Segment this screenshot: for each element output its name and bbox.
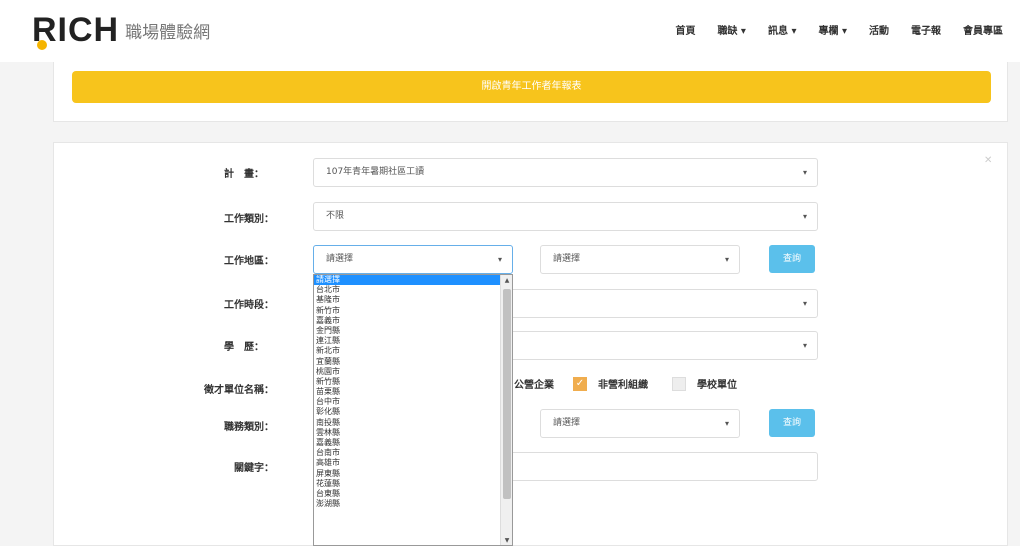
plan-label: 計 畫： (224, 169, 264, 180)
plan-select[interactable]: 107年青年暑期社區工讀 ▾ (313, 158, 818, 187)
dropdown-option[interactable]: 連江縣 (314, 336, 500, 346)
dropdown-option[interactable]: 花蓮縣 (314, 479, 500, 489)
dropdown-option[interactable]: 高雄市 (314, 458, 500, 468)
district-select[interactable]: 請選擇 ▾ (540, 245, 740, 274)
dropdown-option[interactable]: 新北市 (314, 346, 500, 356)
dropdown-option[interactable]: 澎湖縣 (314, 499, 500, 509)
nav-home[interactable]: 首頁 (664, 22, 706, 37)
dropdown-option[interactable]: 新竹市 (314, 306, 500, 316)
keyword-label: 關鍵字： (234, 463, 274, 474)
org-label: 徵才單位名稱： (204, 385, 274, 396)
public-enterprise-label: 公營企業 (514, 380, 554, 391)
period-label: 工作時段： (224, 300, 274, 311)
chevron-down-icon: ▾ (802, 212, 807, 221)
npo-label: 非營利組織 (598, 380, 648, 391)
dept-query-button[interactable]: 查詢 (769, 409, 815, 437)
dept-select[interactable]: 請選擇 ▾ (540, 409, 740, 438)
city-select[interactable]: 請選擇 ▾ (313, 245, 513, 274)
dropdown-option[interactable]: 嘉義市 (314, 316, 500, 326)
chevron-down-icon: ▾ (724, 419, 729, 428)
location-query-button[interactable]: 查詢 (769, 245, 815, 273)
dropdown-scrollbar[interactable]: ▲ ▼ (500, 275, 512, 545)
site-logo[interactable]: RICH 職場體驗網 (32, 10, 210, 50)
dropdown-option[interactable]: 新竹縣 (314, 377, 500, 387)
site-header: RICH 職場體驗網 首頁 職缺 ▾ 訊息 ▾ 專欄 ▾ 活動 電子報 會員專區 (0, 0, 1020, 62)
chevron-down-icon: ▾ (802, 341, 807, 350)
dropdown-option[interactable]: 基隆市 (314, 295, 500, 305)
dropdown-option[interactable]: 請選擇 (314, 275, 500, 286)
education-label: 學 歷： (224, 342, 264, 353)
nav-columns[interactable]: 專欄 ▾ (807, 22, 858, 37)
dropdown-option[interactable]: 宜蘭縣 (314, 357, 500, 367)
job-type-select[interactable]: 不限 ▾ (313, 202, 818, 231)
nav-newsletter[interactable]: 電子報 (900, 22, 952, 37)
dropdown-option[interactable]: 嘉義縣 (314, 438, 500, 448)
dropdown-option[interactable]: 台東縣 (314, 489, 500, 499)
dropdown-option[interactable]: 彰化縣 (314, 407, 500, 417)
scroll-up-icon[interactable]: ▲ (501, 275, 512, 287)
chevron-down-icon: ▾ (802, 168, 807, 177)
site-name: 職場體驗網 (125, 22, 211, 43)
dept-value: 請選擇 (553, 418, 581, 428)
school-checkbox[interactable] (672, 377, 686, 391)
dropdown-option[interactable]: 金門縣 (314, 326, 500, 336)
dropdown-option[interactable]: 桃園市 (314, 367, 500, 377)
district-value: 請選擇 (553, 254, 581, 264)
close-icon[interactable]: ✕ (984, 155, 992, 166)
job-type-value: 不限 (326, 211, 345, 221)
scroll-down-icon[interactable]: ▼ (501, 535, 512, 545)
chevron-down-icon: ▾ (497, 255, 502, 264)
dropdown-option[interactable]: 雲林縣 (314, 428, 500, 438)
scrollbar-thumb[interactable] (503, 289, 511, 499)
dropdown-option[interactable]: 苗栗縣 (314, 387, 500, 397)
dropdown-option[interactable]: 屏東縣 (314, 469, 500, 479)
city-value: 請選擇 (326, 254, 354, 264)
job-type-label: 工作類別： (224, 214, 274, 225)
nav-news[interactable]: 訊息 ▾ (757, 22, 808, 37)
nav-member[interactable]: 會員專區 (952, 22, 1014, 37)
dept-label: 職務類別： (224, 422, 274, 433)
dropdown-option[interactable]: 南投縣 (314, 418, 500, 428)
npo-checkbox[interactable]: ✓ (573, 377, 587, 391)
city-dropdown-list[interactable]: 請選擇 台北市 基隆市 新竹市 嘉義市 金門縣 連江縣 新北市 宜蘭縣 桃園市 … (313, 274, 513, 546)
chevron-down-icon: ▾ (802, 299, 807, 308)
nav-jobs[interactable]: 職缺 ▾ (706, 22, 757, 37)
chevron-down-icon: ▾ (724, 255, 729, 264)
lightbulb-icon (37, 40, 47, 50)
location-label: 工作地區： (224, 256, 274, 267)
dropdown-option[interactable]: 台南市 (314, 448, 500, 458)
plan-value: 107年青年暑期社區工讀 (326, 167, 425, 177)
main-nav: 首頁 職缺 ▾ 訊息 ▾ 專欄 ▾ 活動 電子報 會員專區 (664, 22, 1014, 37)
banner-card: 開啟青年工作者年報表 (53, 62, 1008, 122)
school-label: 學校單位 (697, 380, 737, 391)
dropdown-option[interactable]: 台北市 (314, 285, 500, 295)
dropdown-option[interactable]: 台中市 (314, 397, 500, 407)
banner-button[interactable]: 開啟青年工作者年報表 (72, 71, 991, 103)
nav-events[interactable]: 活動 (858, 22, 900, 37)
